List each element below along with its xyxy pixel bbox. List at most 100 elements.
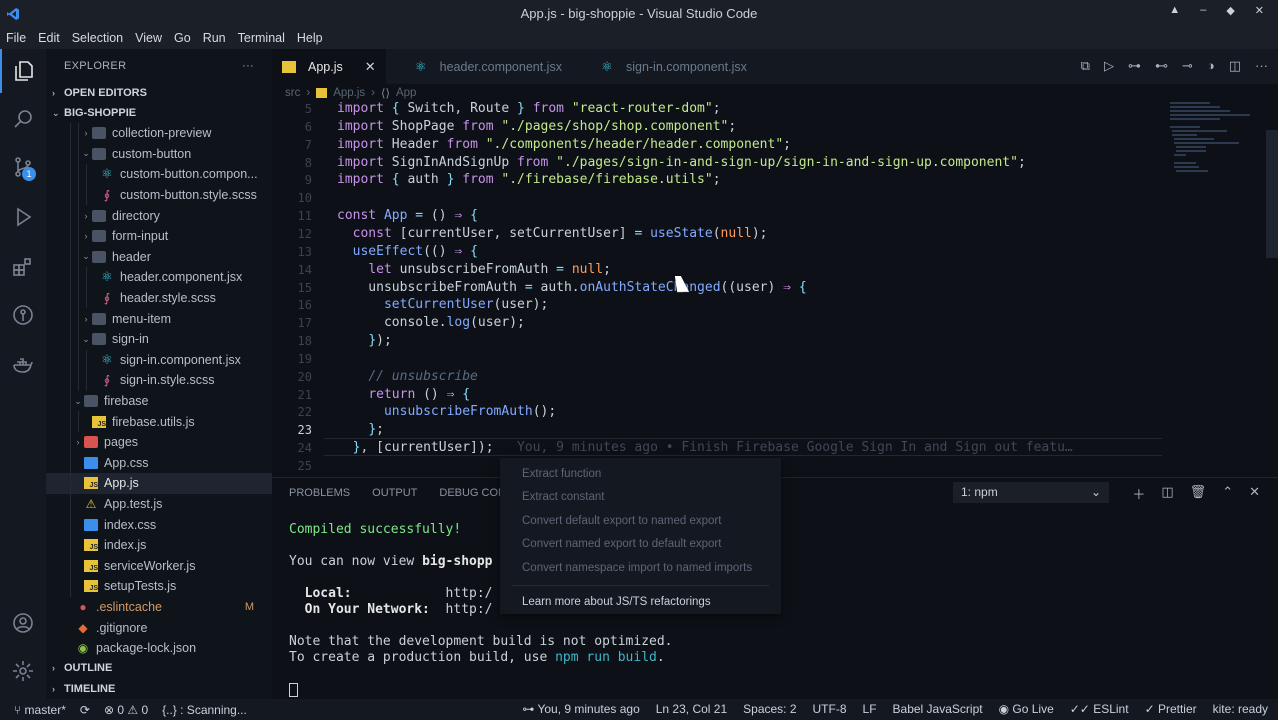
editor-scrollbar[interactable] bbox=[1266, 130, 1278, 258]
tree-item[interactable]: › collection-preview bbox=[46, 123, 272, 144]
tree-item[interactable]: JS index.js bbox=[46, 534, 272, 556]
menu-help[interactable]: Help bbox=[297, 31, 323, 45]
tree-item[interactable]: ⚛ header.component.jsx bbox=[46, 267, 272, 288]
code-editor[interactable]: 5 import { Switch, Route } from "react-ro… bbox=[272, 100, 1262, 475]
outline-section[interactable]: › OUTLINE bbox=[46, 658, 272, 678]
indentation[interactable]: Spaces: 2 bbox=[743, 702, 796, 716]
close-panel-icon[interactable]: ✕ bbox=[1249, 484, 1260, 503]
breadcrumb-symbol[interactable]: App bbox=[396, 87, 416, 99]
close-tab-icon[interactable]: ✕ bbox=[365, 59, 376, 75]
end-of-line[interactable]: LF bbox=[863, 702, 877, 716]
language-mode[interactable]: Babel JavaScript bbox=[893, 702, 983, 716]
tree-item[interactable]: › form-input bbox=[46, 225, 272, 247]
compare-icon[interactable]: ⧉ bbox=[1081, 58, 1090, 74]
tree-item[interactable]: JS App.js bbox=[46, 473, 272, 494]
go-live-button[interactable]: ◉ Go Live bbox=[999, 702, 1054, 716]
prettier-status[interactable]: ✓ Prettier bbox=[1145, 702, 1197, 716]
gitlens-icon[interactable] bbox=[0, 293, 46, 337]
git-commit-icon[interactable]: ⊶ bbox=[1128, 58, 1141, 74]
tree-item[interactable]: JS serviceWorker.js bbox=[46, 555, 272, 577]
search-icon[interactable] bbox=[0, 97, 46, 141]
tree-item[interactable]: ⚛ custom-button.compon... bbox=[46, 164, 272, 185]
branch-status[interactable]: ⑂ master* bbox=[14, 703, 66, 717]
account-icon[interactable] bbox=[0, 601, 46, 645]
tree-item[interactable]: index.css bbox=[46, 514, 272, 535]
minimap[interactable] bbox=[1168, 100, 1278, 475]
tree-item[interactable]: App.css bbox=[46, 452, 272, 474]
menu-go[interactable]: Go bbox=[174, 31, 191, 45]
tree-item[interactable]: ⚛ sign-in.component.jsx bbox=[46, 349, 272, 371]
tab-sign-in-component[interactable]: ⚛ sign-in.component.jsx bbox=[590, 49, 757, 84]
tree-item[interactable]: ∮ header.style.scss bbox=[46, 287, 272, 309]
tree-item[interactable]: JS setupTests.js bbox=[46, 576, 272, 597]
maximize-panel-icon[interactable]: ⌃ bbox=[1222, 484, 1233, 503]
run-icon[interactable]: ▷ bbox=[1104, 58, 1114, 74]
next-change-icon[interactable]: ⊸ bbox=[1182, 58, 1193, 74]
close-icon[interactable]: ✕ bbox=[1255, 4, 1264, 17]
code-line: let unsubscribeFromAuth = null; bbox=[368, 261, 611, 277]
tab-app-js[interactable]: App.js ✕ bbox=[272, 49, 386, 84]
menu-terminal[interactable]: Terminal bbox=[238, 31, 285, 45]
tree-item[interactable]: › pages bbox=[46, 431, 272, 453]
extensions-icon[interactable] bbox=[0, 245, 46, 289]
kite-status[interactable]: kite: ready bbox=[1213, 702, 1268, 716]
settings-gear-icon[interactable] bbox=[0, 649, 46, 693]
encoding[interactable]: UTF-8 bbox=[813, 702, 847, 716]
git-blame-status[interactable]: ⊶ You, 9 minutes ago bbox=[522, 702, 639, 716]
minimize-icon[interactable]: – bbox=[1200, 4, 1206, 17]
tree-item[interactable]: ⌄ header bbox=[46, 246, 272, 268]
tree-item[interactable]: ⌄ custom-button bbox=[46, 143, 272, 165]
terminal-select[interactable]: 1: npm ⌄ bbox=[953, 482, 1109, 503]
tree-item[interactable]: JS firebase.utils.js bbox=[46, 411, 272, 432]
sync-icon[interactable]: ⟳ bbox=[80, 703, 90, 717]
menu-view[interactable]: View bbox=[135, 31, 162, 45]
more-actions-icon[interactable]: ··· bbox=[242, 60, 254, 72]
previous-change-icon[interactable]: ⊷ bbox=[1155, 58, 1168, 74]
eslint-status[interactable]: ✓✓ ESLint bbox=[1070, 702, 1129, 716]
run-debug-icon[interactable] bbox=[0, 195, 46, 239]
menu-item-named-to-default[interactable]: Convert named export to default export bbox=[500, 533, 781, 557]
tab-problems[interactable]: PROBLEMS bbox=[289, 487, 350, 499]
tree-item[interactable]: ∮ custom-button.style.scss bbox=[46, 184, 272, 206]
timeline-section[interactable]: › TIMELINE bbox=[46, 679, 272, 699]
project-section[interactable]: ⌄ BIG-SHOPPIE bbox=[46, 103, 272, 123]
tree-item[interactable]: ● .eslintcache M bbox=[46, 597, 272, 618]
menu-item-extract-constant[interactable]: Extract constant bbox=[500, 486, 781, 510]
trash-icon[interactable]: 🗑 bbox=[1190, 484, 1207, 503]
maximize-icon[interactable]: ◆ bbox=[1226, 4, 1234, 17]
open-editors-section[interactable]: › OPEN EDITORS bbox=[46, 83, 272, 103]
chevron-up-icon[interactable]: ▲ bbox=[1169, 4, 1180, 17]
tree-item[interactable]: › menu-item bbox=[46, 308, 272, 329]
menu-file[interactable]: File bbox=[6, 31, 26, 45]
indent-guide bbox=[78, 370, 79, 391]
cursor-position[interactable]: Ln 23, Col 21 bbox=[656, 702, 727, 716]
tab-header-component[interactable]: ⚛ header.component.jsx bbox=[404, 49, 572, 84]
menu-item-default-to-named[interactable]: Convert default export to named export bbox=[500, 509, 781, 533]
menu-run[interactable]: Run bbox=[203, 31, 226, 45]
more-actions-icon[interactable]: ··· bbox=[1255, 58, 1268, 74]
explorer-icon[interactable] bbox=[0, 49, 46, 93]
gitlens-compare-icon[interactable]: ◑ bbox=[1207, 58, 1215, 74]
tree-item[interactable]: ◆ .gitignore bbox=[46, 617, 272, 638]
problems-status[interactable]: ⊗ 0 ⚠ 0 bbox=[104, 703, 148, 717]
split-editor-icon[interactable]: ◫ bbox=[1229, 58, 1241, 74]
docker-icon[interactable] bbox=[0, 343, 46, 387]
menu-item-namespace-to-named[interactable]: Convert namespace import to named import… bbox=[500, 556, 781, 580]
tree-item[interactable]: ∮ sign-in.style.scss bbox=[46, 370, 272, 391]
menu-item-extract-function[interactable]: Extract function bbox=[500, 462, 781, 486]
breadcrumb-folder[interactable]: src bbox=[285, 87, 300, 99]
tree-item[interactable]: ◉ package-lock.json bbox=[46, 638, 272, 659]
tree-item[interactable]: › directory bbox=[46, 205, 272, 226]
menu-item-learn-more[interactable]: Learn more about JS/TS refactorings bbox=[500, 591, 781, 615]
breadcrumb-file[interactable]: App.js bbox=[333, 87, 365, 99]
menu-edit[interactable]: Edit bbox=[38, 31, 60, 45]
tab-output[interactable]: OUTPUT bbox=[372, 487, 417, 499]
tree-item[interactable]: ⌄ firebase bbox=[46, 390, 272, 412]
new-terminal-icon[interactable]: ＋ bbox=[1132, 484, 1145, 503]
menu-selection[interactable]: Selection bbox=[72, 31, 123, 45]
split-terminal-icon[interactable]: ◫ bbox=[1161, 484, 1173, 503]
tree-item[interactable]: ⚠ App.test.js bbox=[46, 493, 272, 515]
tree-item[interactable]: ⌄ sign-in bbox=[46, 328, 272, 350]
scanning-status[interactable]: {..} : Scanning... bbox=[162, 703, 247, 717]
source-control-icon[interactable]: 1 bbox=[0, 145, 46, 189]
